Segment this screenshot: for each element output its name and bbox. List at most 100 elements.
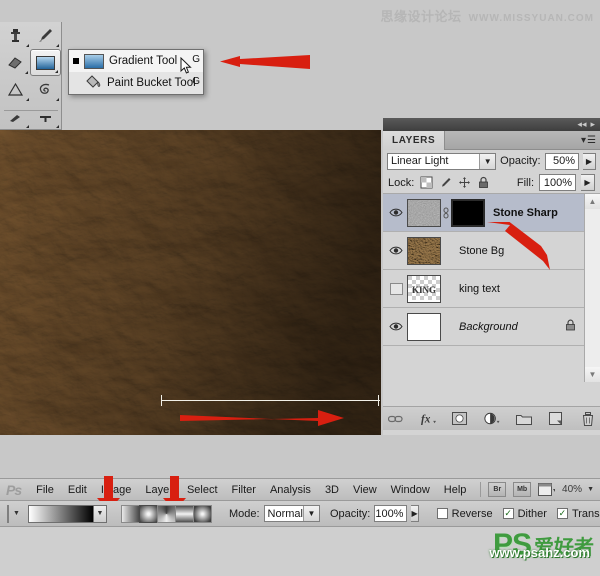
blend-mode-select[interactable]: Normal ▼ [264, 505, 320, 522]
layer-mask-thumbnail[interactable] [451, 199, 485, 227]
menu-item-edit[interactable]: Edit [61, 484, 94, 496]
tab-layers[interactable]: LAYERS [383, 131, 445, 150]
lock-row[interactable]: Lock: Fill: 100% ▶ [383, 172, 600, 194]
adjustment-icon[interactable] [484, 411, 500, 427]
layer-thumbnail[interactable] [407, 237, 441, 265]
gradient-tool[interactable] [30, 49, 61, 76]
mini-bridge-button[interactable]: Mb [513, 482, 531, 497]
menu-item-view[interactable]: View [346, 484, 384, 496]
transparency-checkbox[interactable]: ✓ [557, 508, 568, 519]
stone-texture-image [0, 130, 381, 435]
document-canvas[interactable] [0, 130, 381, 435]
chevron-down-icon[interactable]: ▼ [303, 506, 319, 521]
watermark-url: WWW.MISSYUAN.COM [469, 13, 594, 24]
lock-position-icon[interactable] [457, 176, 471, 190]
diamond-gradient-icon[interactable] [193, 505, 212, 523]
menu-item-3d[interactable]: 3D [318, 484, 346, 496]
annotation-arrow-flyout [218, 50, 310, 75]
radial-gradient-icon[interactable] [139, 505, 158, 523]
svg-text:fx: fx [420, 414, 430, 425]
table-row[interactable]: Background [383, 308, 584, 346]
dodge-tool[interactable] [0, 103, 31, 130]
expand-panel-icon[interactable]: ▸ [590, 119, 595, 130]
panel-menu-lines-icon: ☰ [587, 135, 596, 146]
group-icon[interactable] [516, 411, 532, 427]
panel-menu-icon[interactable]: ▾ ☰ [581, 135, 596, 146]
chevron-down-icon[interactable]: ▼ [587, 486, 594, 493]
bridge-button[interactable]: Br [488, 482, 506, 497]
layer-visibility-toggle[interactable] [385, 245, 407, 256]
mask-icon[interactable] [452, 411, 468, 427]
lock-transparent-pixels-icon[interactable] [419, 176, 433, 190]
gradient-preset-picker[interactable]: ▼ [28, 505, 107, 523]
new-layer-icon[interactable] [548, 411, 564, 427]
layer-thumbnail[interactable]: KING [407, 275, 441, 303]
tab-layers-label: LAYERS [392, 135, 435, 146]
shape-tool[interactable] [0, 76, 31, 103]
linear-gradient-icon[interactable] [121, 505, 140, 523]
scroll-up-button[interactable]: ▲ [585, 194, 600, 209]
tool-preset-picker[interactable] [7, 505, 9, 523]
blend-mode-row[interactable]: Linear Light ▼ Opacity: 50% ▶ [383, 150, 600, 172]
menu-item-help[interactable]: Help [437, 484, 474, 496]
reverse-checkbox[interactable] [437, 508, 448, 519]
link-icon[interactable] [388, 411, 404, 427]
scroll-down-button[interactable]: ▼ [585, 367, 600, 382]
submenu-triangle-icon [56, 44, 59, 47]
gradient-type-buttons[interactable] [121, 505, 211, 523]
reflected-gradient-icon[interactable] [175, 505, 194, 523]
history-brush-tool[interactable] [31, 22, 62, 49]
collapse-panel-icon[interactable]: ◂◂ [577, 119, 586, 130]
view-extras-icon[interactable] [538, 482, 555, 497]
tools-palette[interactable] [0, 22, 62, 130]
gradient-drag-line [162, 400, 380, 401]
annotation-arrow-layer-mask [487, 222, 555, 277]
layer-thumbnail[interactable] [407, 313, 441, 341]
mode-value: Normal [268, 508, 303, 520]
opacity-input[interactable]: 100% [374, 505, 407, 522]
blend-mode-select[interactable]: Linear Light ▼ [387, 153, 496, 170]
type-tool[interactable] [31, 103, 62, 130]
layer-visibility-toggle[interactable] [385, 283, 407, 295]
opacity-input[interactable]: 50% [545, 153, 580, 170]
menu-bar[interactable]: Ps File Edit Image Layer Select Filter A… [0, 478, 600, 501]
menu-item-analysis[interactable]: Analysis [263, 484, 318, 496]
reverse-checkbox-group[interactable]: Reverse [437, 508, 493, 520]
angle-gradient-icon[interactable] [157, 505, 176, 523]
paint-bucket-icon [84, 74, 102, 92]
layer-thumbnail[interactable] [407, 199, 441, 227]
transparency-checkbox-group[interactable]: ✓ Transparency [557, 508, 600, 520]
delete-icon[interactable] [580, 411, 596, 427]
chevron-down-icon[interactable]: ▼ [94, 505, 107, 523]
panel-title-bar[interactable]: ◂◂ ▸ [383, 118, 600, 131]
gradient-preview-swatch[interactable] [28, 505, 94, 523]
fill-stepper[interactable]: ▶ [581, 174, 595, 191]
clone-stamp-tool[interactable] [0, 22, 31, 49]
menu-item-window[interactable]: Window [384, 484, 437, 496]
watermark: 思缘设计论坛 WWW.MISSYUAN.COM [381, 6, 594, 25]
layers-scrollbar[interactable]: ▲ ▼ [584, 194, 600, 382]
opacity-label: Opacity: [500, 155, 540, 167]
menu-item-filter[interactable]: Filter [225, 484, 263, 496]
opacity-stepper[interactable]: ▶ [411, 505, 418, 522]
zoom-level-display[interactable]: 40% ▼ [562, 484, 594, 495]
layer-mask-link-icon[interactable] [441, 207, 451, 219]
layer-visibility-toggle[interactable] [385, 207, 407, 218]
panel-tab-bar[interactable]: LAYERS ▾ ☰ [383, 131, 600, 150]
fill-input[interactable]: 100% [539, 174, 576, 191]
tool-options-bar[interactable]: ▼ ▼ Mode: Normal ▼ Opacity: 100% ▶ Rever… [0, 501, 600, 527]
eraser-tool[interactable] [0, 49, 30, 76]
dither-checkbox-group[interactable]: ✓ Dither [503, 508, 547, 520]
submenu-triangle-icon [26, 44, 29, 47]
chevron-down-icon[interactable]: ▼ [479, 154, 495, 169]
layers-panel-footer[interactable]: fx [383, 406, 600, 430]
blur-tool[interactable] [31, 76, 62, 103]
opacity-stepper[interactable]: ▶ [583, 153, 596, 170]
menu-item-file[interactable]: File [29, 484, 61, 496]
layer-visibility-toggle[interactable] [385, 321, 407, 332]
lock-all-icon[interactable] [476, 176, 490, 190]
chevron-down-icon[interactable]: ▼ [13, 510, 20, 517]
lock-image-pixels-icon[interactable] [438, 176, 452, 190]
dither-checkbox[interactable]: ✓ [503, 508, 514, 519]
fx-icon[interactable]: fx [420, 411, 436, 427]
